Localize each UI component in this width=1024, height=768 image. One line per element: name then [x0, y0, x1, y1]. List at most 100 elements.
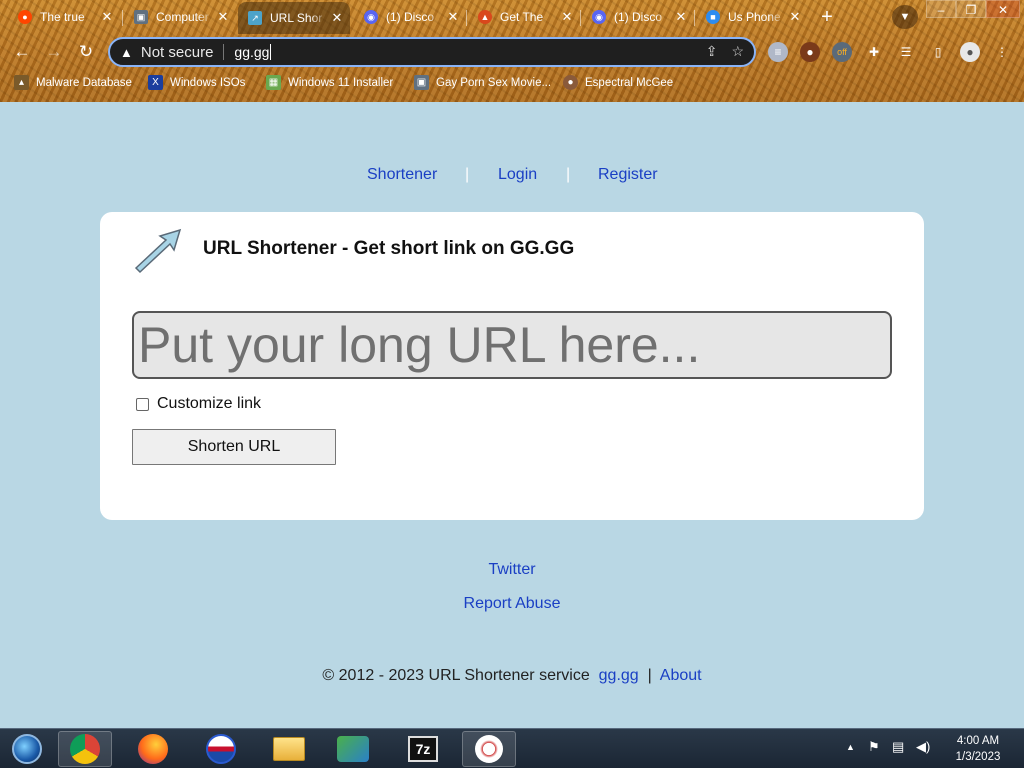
7zip-label: 7z [415, 741, 431, 757]
extension-avatar-icon[interactable]: ● [800, 42, 820, 62]
address-url[interactable]: gg.gg [234, 44, 269, 60]
browser-toolbar: ← → ↻ ▲ Not secure gg.gg ⇪ ☆ ≡ ● off ✚ ☰… [0, 34, 1024, 70]
close-icon[interactable]: ✕ [786, 9, 804, 25]
tab-title: Get The [500, 10, 544, 24]
close-icon[interactable]: ✕ [328, 10, 346, 26]
nav-register-link[interactable]: Register [598, 166, 658, 184]
tab-separator [694, 10, 695, 26]
bookmark-label: Malware Database [36, 76, 132, 89]
close-icon[interactable]: ✕ [672, 9, 690, 25]
arrow-logo-icon [134, 228, 182, 274]
tab-computer[interactable]: ▣ Computer ✕ [124, 4, 236, 30]
tab-get-the[interactable]: ▲ Get The ✕ [468, 4, 580, 30]
clock-time: 4:00 AM [956, 735, 1000, 747]
minimize-button[interactable]: – [926, 0, 956, 18]
share-icon[interactable]: ⇪ [706, 43, 718, 60]
address-bar[interactable]: ▲ Not secure gg.gg ⇪ ☆ [108, 37, 756, 67]
taskbar-firefox[interactable] [126, 731, 180, 767]
tab-url-shortener[interactable]: ↗ URL Shor ✕ [238, 2, 350, 34]
discord-icon: ◉ [364, 10, 378, 24]
star-icon[interactable]: ☆ [731, 43, 744, 60]
flag-icon[interactable]: ⚑ [868, 739, 880, 755]
security-label[interactable]: Not secure [141, 44, 214, 61]
close-icon[interactable]: ✕ [98, 9, 116, 25]
network-icon [337, 736, 369, 762]
bookmarks-bar: ▴ Malware Database X Windows ISOs ▦ Wind… [0, 70, 1024, 98]
volume-icon[interactable]: ◀) [916, 739, 930, 755]
tray-expand-icon[interactable]: ▲ [846, 742, 855, 752]
text-caret [270, 44, 272, 60]
site-link[interactable]: gg.gg [599, 667, 639, 684]
taskbar-explorer[interactable] [262, 731, 316, 767]
close-icon[interactable]: ✕ [214, 9, 232, 25]
bookmark-movie[interactable]: ▣ Gay Porn Sex Movie... [414, 75, 551, 90]
windows-taskbar: 7z ▲ ⚑ ▤ ◀) 4:00 AM 1/3/2023 [0, 728, 1024, 768]
long-url-input[interactable] [132, 311, 892, 379]
tab-strip: ● The true ✕ ▣ Computer ✕ ↗ URL Shor ✕ ◉… [0, 0, 1024, 34]
computer-icon: ▣ [414, 75, 429, 90]
shorten-url-button[interactable]: Shorten URL [132, 429, 336, 465]
about-link[interactable]: About [660, 667, 702, 684]
discord-icon: ◉ [592, 10, 606, 24]
bookmark-windows-11-installer[interactable]: ▦ Windows 11 Installer [266, 75, 393, 90]
firefox-icon [138, 734, 168, 764]
puzzle-icon[interactable]: ✚ [864, 42, 884, 62]
tab-title: URL Shor [270, 11, 323, 25]
fire-icon: ▲ [478, 10, 492, 24]
tab-title: The true [40, 10, 85, 24]
menu-icon[interactable]: ⋮ [992, 42, 1012, 62]
top-nav: Shortener | Login | Register [0, 166, 1024, 188]
restore-button[interactable]: ❐ [956, 0, 986, 18]
close-window-button[interactable]: ✕ [986, 0, 1020, 18]
forward-button[interactable]: → [42, 40, 66, 64]
reading-list-icon[interactable]: ☰ [896, 42, 916, 62]
extension-badge: off [837, 47, 847, 57]
folder-icon [273, 737, 305, 761]
side-panel-icon[interactable]: ▯ [928, 42, 948, 62]
close-icon[interactable]: ✕ [444, 9, 462, 25]
address-actions: ⇪ ☆ [706, 43, 744, 60]
back-button[interactable]: ← [10, 40, 34, 64]
twitter-link[interactable]: Twitter [488, 561, 535, 578]
extension-flag-icon[interactable]: ≡ [768, 42, 788, 62]
tab-discord-1[interactable]: ◉ (1) Disco ✕ [354, 4, 466, 30]
taskbar-7zip[interactable]: 7z [396, 731, 450, 767]
extension-off-icon[interactable]: off [832, 42, 852, 62]
snipping-tool-icon [475, 735, 503, 763]
tab-title: (1) Disco [386, 10, 435, 24]
nav-shortener-link[interactable]: Shortener [367, 166, 437, 184]
profile-icon[interactable]: ● [960, 42, 980, 62]
tab-reddit[interactable]: ● The true ✕ [8, 4, 120, 30]
tab-discord-2[interactable]: ◉ (1) Disco ✕ [582, 4, 694, 30]
taskbar-network[interactable] [326, 731, 380, 767]
bookmark-windows-isos[interactable]: X Windows ISOs [148, 75, 245, 90]
avatar-icon: ● [563, 75, 578, 90]
nav-separator: | [465, 166, 470, 183]
bookmark-label: Espectral McGee [585, 76, 674, 89]
7zip-icon: 7z [408, 736, 438, 762]
warning-icon: ▲ [120, 44, 133, 60]
taskbar-obama[interactable] [194, 731, 248, 767]
nav-login-link[interactable]: Login [498, 166, 537, 184]
bookmark-malware-database[interactable]: ▴ Malware Database [14, 75, 132, 90]
tab-separator [122, 10, 123, 26]
network-tray-icon[interactable]: ▤ [892, 739, 904, 755]
start-orb-icon [12, 734, 42, 764]
reload-button[interactable]: ↻ [74, 40, 98, 64]
customize-link-option[interactable]: Customize link [136, 395, 261, 413]
system-clock[interactable]: 4:00 AM 1/3/2023 [940, 733, 1016, 765]
reddit-icon: ● [18, 10, 32, 24]
taskbar-snipping-tool[interactable] [462, 731, 516, 767]
bookmark-espectral-mcgee[interactable]: ● Espectral McGee [563, 75, 673, 90]
close-icon[interactable]: ✕ [558, 9, 576, 25]
tab-separator [580, 10, 581, 26]
tab-search-button[interactable]: ▼ [892, 5, 918, 29]
report-abuse-link[interactable]: Report Abuse [464, 595, 561, 612]
new-tab-button[interactable]: + [815, 5, 839, 29]
customize-link-checkbox[interactable] [136, 397, 149, 411]
nav-separator: | [566, 166, 571, 183]
taskbar-chrome[interactable] [58, 731, 112, 767]
tab-us-phone[interactable]: ■ Us Phone ✕ [696, 4, 808, 30]
start-button[interactable] [0, 731, 54, 767]
x-icon: X [148, 75, 163, 90]
